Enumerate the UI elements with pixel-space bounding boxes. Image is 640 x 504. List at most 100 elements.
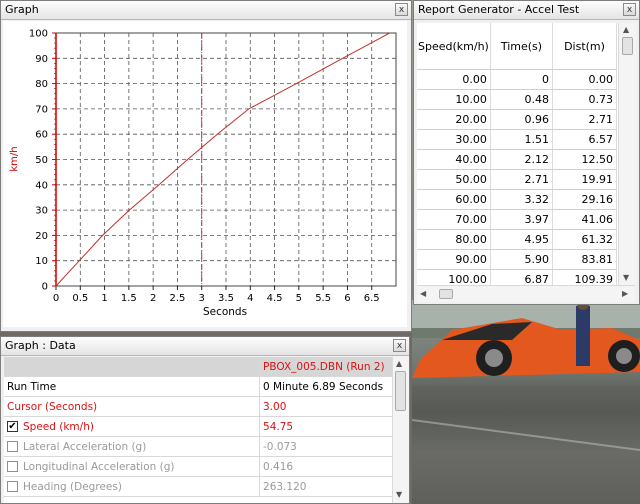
heading-checkbox[interactable] <box>7 481 18 492</box>
graph-close-button[interactable]: x <box>395 3 408 16</box>
x-tick-label: 0.5 <box>72 293 88 304</box>
report-col-time[interactable]: Time(s) <box>490 23 554 70</box>
speed-checkbox[interactable]: ✔ <box>7 421 18 432</box>
table-row: Longitudinal Acceleration (g) 0.416 <box>4 456 393 477</box>
table-row: Heading (Degrees) 263.120 <box>4 476 393 497</box>
run-time-label: Run Time <box>4 376 261 397</box>
table-row: 10.00 0.48 0.73 <box>417 89 617 110</box>
table-cell: 83.81 <box>552 249 617 270</box>
y-tick-label: 60 <box>35 130 48 141</box>
table-cell: 70.00 <box>417 209 491 230</box>
table-cell: 0 <box>490 69 554 90</box>
table-cell: 6.57 <box>552 129 617 150</box>
table-cell: 12.50 <box>552 149 617 170</box>
report-window-titlebar[interactable]: Report Generator - Accel Test x <box>414 1 639 20</box>
table-cell: 5.90 <box>490 249 554 270</box>
data-window: Graph : Data x PBOX_005.DBN (Run 2) Run … <box>0 336 410 504</box>
data-window-titlebar[interactable]: Graph : Data x <box>1 337 409 356</box>
table-row: Lateral Acceleration (g) -0.073 <box>4 436 393 457</box>
channel-label: Longitudinal Acceleration (g) <box>23 460 175 473</box>
y-tick-label: 0 <box>42 282 48 293</box>
table-cell: 3.97 <box>490 209 554 230</box>
x-tick-label: 2 <box>150 293 156 304</box>
report-window: Report Generator - Accel Test x Speed(km… <box>413 0 640 305</box>
x-tick-label: 6 <box>344 293 350 304</box>
table-cell: 10.00 <box>417 89 491 110</box>
channel-cell: Longitudinal Acceleration (g) <box>4 456 261 477</box>
x-tick-label: 4.5 <box>267 293 283 304</box>
y-tick-label: 10 <box>35 256 48 267</box>
table-cell: 100.00 <box>417 269 491 285</box>
data-window-title: Graph : Data <box>5 339 76 352</box>
y-tick-label: 50 <box>35 155 48 166</box>
x-tick-label: 4 <box>247 293 253 304</box>
table-cell: 50.00 <box>417 169 491 190</box>
table-cell: 0.00 <box>417 69 491 90</box>
x-tick-label: 1.5 <box>121 293 137 304</box>
y-axis-label: km/h <box>9 146 20 171</box>
channel-cell: ✔ Speed (km/h) <box>4 416 261 437</box>
table-cell: 90.00 <box>417 249 491 270</box>
y-tick-label: 100 <box>29 29 48 40</box>
table-row: 70.00 3.97 41.06 <box>417 209 617 230</box>
table-cell: 30.00 <box>417 129 491 150</box>
table-row: 80.00 4.95 61.32 <box>417 229 617 250</box>
table-cell: 2.71 <box>552 109 617 130</box>
report-hscroll-thumb[interactable] <box>439 289 453 299</box>
report-table: Speed(km/h) Time(s) Dist(m) 0.00 0 0.00 10… <box>417 23 617 285</box>
y-tick-label: 90 <box>35 54 48 65</box>
channel-label: Lateral Acceleration (g) <box>23 440 147 453</box>
cursor-value: 3.00 <box>259 396 393 417</box>
table-cell: 0.96 <box>490 109 554 130</box>
x-tick-label: 5 <box>296 293 302 304</box>
table-cell: 1.51 <box>490 129 554 150</box>
lateral-accel-checkbox[interactable] <box>7 441 18 452</box>
table-row: Cursor (Seconds) 3.00 <box>4 396 393 417</box>
table-cell: 0.00 <box>552 69 617 90</box>
x-tick-label: 6.5 <box>364 293 380 304</box>
cursor-label: Cursor (Seconds) <box>4 396 261 417</box>
speed-chart[interactable]: 0 0.5 1 1.5 2 2.5 3 3.5 4 4.5 5 5.5 6 6.5 0 10 20 30 40 50 6… <box>3 21 407 327</box>
table-cell: 109.39 <box>552 269 617 285</box>
graph-plot-area[interactable]: 0 0.5 1 1.5 2 2.5 3 3.5 4 4.5 5 5.5 6 6.5 0 10 20 30 40 50 6… <box>3 21 407 327</box>
data-grid-area: PBOX_005.DBN (Run 2) Run Time 0 Minute 6… <box>4 357 393 503</box>
x-tick-label: 3 <box>199 293 205 304</box>
table-cell: 41.06 <box>552 209 617 230</box>
y-tick-label: 70 <box>35 104 48 115</box>
report-vertical-scrollbar[interactable]: ▲ ▼ <box>618 23 636 285</box>
table-cell: 4.95 <box>490 229 554 250</box>
report-col-dist[interactable]: Dist(m) <box>552 23 617 70</box>
scroll-left-arrow-icon[interactable]: ◀ <box>420 289 426 299</box>
graph-window: Graph x 0 0.5 1 1.5 2 2.5 3 3.5 4 4.5 5 5.5 6 6.5 0 10 2… <box>0 0 412 332</box>
report-grid-area: Speed(km/h) Time(s) Dist(m) 0.00 0 0.00 10… <box>417 23 635 285</box>
scroll-right-arrow-icon[interactable]: ▶ <box>622 289 628 299</box>
longitudinal-accel-checkbox[interactable] <box>7 461 18 472</box>
data-vscroll-thumb[interactable] <box>395 371 406 411</box>
table-row: 100.00 6.87 109.39 <box>417 269 617 285</box>
background-photo <box>412 300 640 504</box>
graph-window-titlebar[interactable]: Graph x <box>1 1 411 20</box>
table-row: 90.00 5.90 83.81 <box>417 249 617 270</box>
table-row: 30.00 1.51 6.57 <box>417 129 617 150</box>
channel-value: 263.120 <box>259 476 393 497</box>
table-row: 0.00 0 0.00 <box>417 69 617 90</box>
scroll-down-arrow-icon[interactable]: ▼ <box>623 273 629 283</box>
scroll-down-arrow-icon[interactable]: ▼ <box>396 490 402 500</box>
table-row: 60.00 3.32 29.16 <box>417 189 617 210</box>
report-col-speed[interactable]: Speed(km/h) <box>417 23 491 70</box>
report-window-title: Report Generator - Accel Test <box>418 3 580 16</box>
data-vertical-scrollbar[interactable]: ▲ ▼ <box>392 357 409 503</box>
scroll-up-arrow-icon[interactable]: ▲ <box>396 359 402 369</box>
data-close-button[interactable]: x <box>393 339 406 352</box>
table-cell: 61.32 <box>552 229 617 250</box>
scroll-up-arrow-icon[interactable]: ▲ <box>623 25 629 35</box>
table-cell: 3.32 <box>490 189 554 210</box>
table-row: 40.00 2.12 12.50 <box>417 149 617 170</box>
table-row: ✔ Speed (km/h) 54.75 <box>4 416 393 437</box>
report-horizontal-scrollbar[interactable]: ◀ ▶ <box>417 285 635 302</box>
x-tick-label: 2.5 <box>169 293 185 304</box>
report-vscroll-thumb[interactable] <box>622 37 633 55</box>
report-close-button[interactable]: x <box>623 3 636 16</box>
table-row: 50.00 2.71 19.91 <box>417 169 617 190</box>
x-tick-label: 0 <box>53 293 59 304</box>
